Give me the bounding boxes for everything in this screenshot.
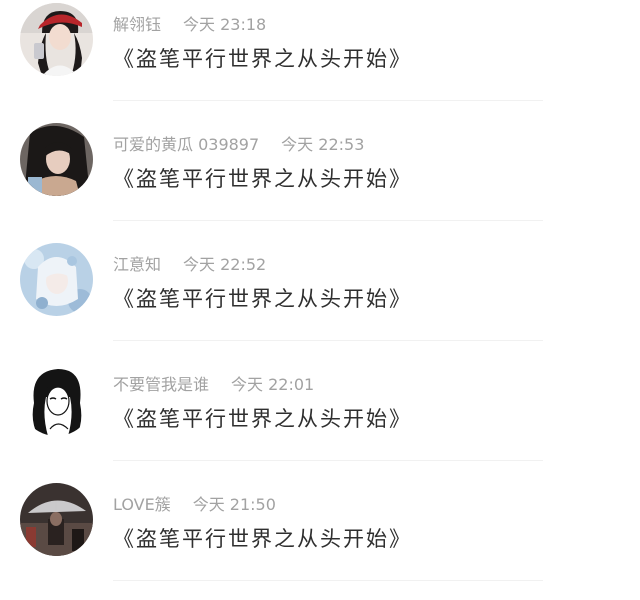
timestamp: 今天 22:01 — [231, 375, 315, 394]
timestamp: 今天 22:53 — [281, 135, 365, 154]
comment-item[interactable]: 可爱的黄瓜 039897 今天 22:53 《盗笔平行世界之从头开始》 — [0, 120, 640, 240]
avatar[interactable] — [20, 363, 93, 436]
avatar-image — [20, 363, 93, 436]
avatar[interactable] — [20, 243, 93, 316]
username[interactable]: 可爱的黄瓜 039897 — [113, 135, 259, 154]
comment-text: 《盗笔平行世界之从头开始》 — [113, 47, 412, 71]
comment-item[interactable]: 不要管我是谁 今天 22:01 《盗笔平行世界之从头开始》 — [0, 360, 640, 480]
comment-meta: LOVE簇 今天 21:50 — [113, 494, 276, 516]
comment-meta: 解翎钰 今天 23:18 — [113, 14, 266, 36]
comment-meta: 江意知 今天 22:52 — [113, 254, 266, 276]
comment-text: 《盗笔平行世界之从头开始》 — [113, 167, 412, 191]
avatar[interactable] — [20, 3, 93, 76]
username[interactable]: 解翎钰 — [113, 15, 161, 34]
comment-item[interactable]: 解翎钰 今天 23:18 《盗笔平行世界之从头开始》 — [0, 0, 640, 120]
avatar-image — [20, 3, 93, 76]
divider — [113, 100, 543, 101]
avatar[interactable] — [20, 123, 93, 196]
timestamp: 今天 22:52 — [183, 255, 267, 274]
divider — [113, 340, 543, 341]
divider — [113, 220, 543, 221]
comment-item[interactable]: 江意知 今天 22:52 《盗笔平行世界之从头开始》 — [0, 240, 640, 360]
divider — [113, 580, 543, 581]
username[interactable]: 江意知 — [113, 255, 161, 274]
comment-text: 《盗笔平行世界之从头开始》 — [113, 407, 412, 431]
avatar[interactable] — [20, 483, 93, 556]
comment-text: 《盗笔平行世界之从头开始》 — [113, 527, 412, 551]
comment-meta: 不要管我是谁 今天 22:01 — [113, 374, 314, 396]
divider — [113, 460, 543, 461]
timestamp: 今天 21:50 — [192, 495, 276, 514]
avatar-image — [20, 243, 93, 316]
comment-item[interactable]: LOVE簇 今天 21:50 《盗笔平行世界之从头开始》 — [0, 480, 640, 600]
username[interactable]: 不要管我是谁 — [113, 375, 209, 394]
avatar-image — [20, 123, 93, 196]
comment-list: 解翎钰 今天 23:18 《盗笔平行世界之从头开始》 可爱的黄瓜 039897 今天… — [0, 0, 640, 600]
timestamp: 今天 23:18 — [183, 15, 267, 34]
avatar-image — [20, 483, 93, 556]
comment-text: 《盗笔平行世界之从头开始》 — [113, 287, 412, 311]
username[interactable]: LOVE簇 — [113, 495, 171, 514]
comment-meta: 可爱的黄瓜 039897 今天 22:53 — [113, 134, 364, 156]
